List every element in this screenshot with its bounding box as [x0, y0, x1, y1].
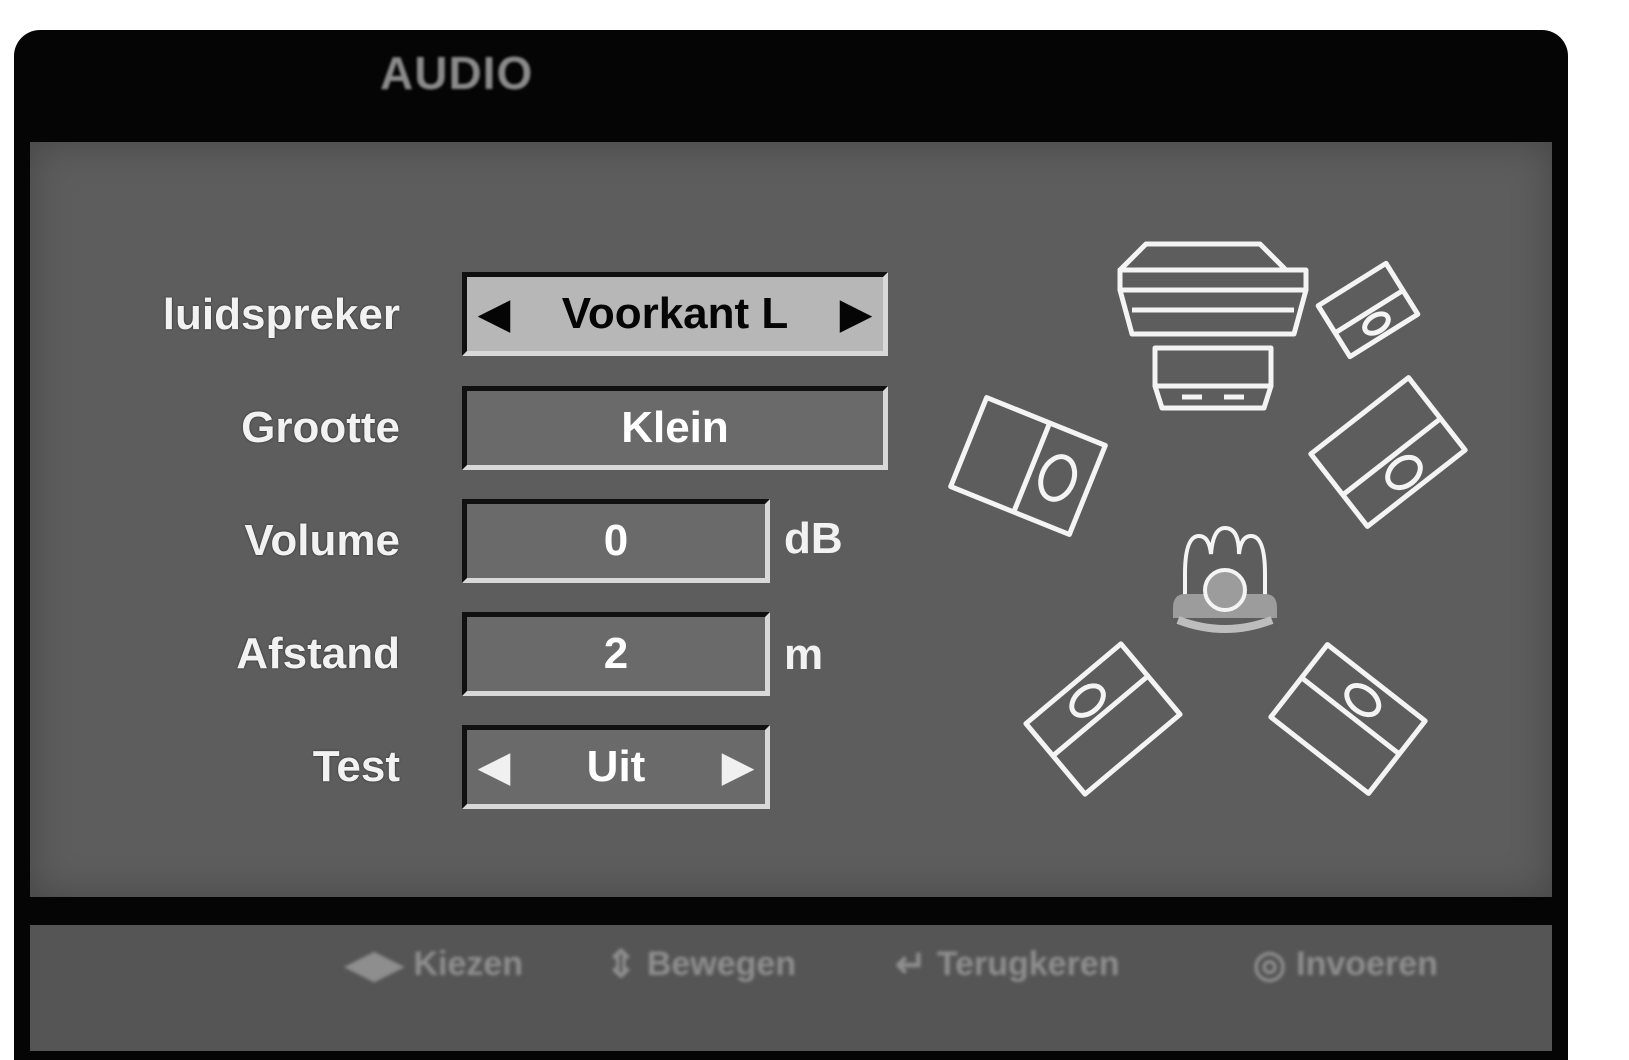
- center-speaker-icon: [1152, 345, 1274, 411]
- size-label: Grootte: [241, 403, 400, 452]
- return-icon: ↵: [895, 944, 927, 986]
- hint-back-label: Terugkeren: [936, 945, 1120, 983]
- volume-unit: dB: [784, 514, 843, 563]
- test-label: Test: [312, 742, 400, 791]
- menu-title: AUDIO: [380, 47, 534, 99]
- volume-field[interactable]: 0: [462, 499, 770, 583]
- hint-back: ↵ Terugkeren: [895, 942, 1120, 987]
- listener-icon: [1173, 525, 1277, 633]
- hint-select: ◀▶ Kiezen: [345, 942, 523, 987]
- rear-left-speaker-icon: [1023, 641, 1183, 797]
- hint-move: ⇕ Bewegen: [605, 942, 796, 987]
- speaker-value: Voorkant L: [561, 289, 789, 338]
- speaker-selector[interactable]: ◀ Voorkant L ▶: [462, 272, 888, 356]
- test-selector[interactable]: ◀ Uit ▶: [462, 725, 770, 809]
- front-right-speaker-icon: [1315, 260, 1421, 360]
- distance-unit: m: [784, 630, 824, 679]
- hint-select-label: Kiezen: [413, 945, 524, 983]
- left-right-arrows-icon: ◀▶: [345, 944, 404, 986]
- speaker-label: luidspreker: [162, 290, 400, 339]
- size-value: Klein: [621, 403, 729, 452]
- distance-value: 2: [603, 629, 629, 678]
- volume-value: 0: [603, 516, 629, 565]
- front-left-speaker-icon: [948, 395, 1108, 537]
- distance-field[interactable]: 2: [462, 612, 770, 696]
- size-field[interactable]: Klein: [462, 386, 888, 470]
- rear-right-speaker-icon: [1268, 642, 1428, 796]
- arrow-left-icon[interactable]: ◀: [479, 747, 510, 787]
- enter-button-icon: ◎: [1253, 944, 1287, 986]
- up-down-arrows-icon: ⇕: [605, 944, 637, 986]
- tv-icon: [1117, 241, 1309, 337]
- test-value: Uit: [586, 742, 646, 791]
- hint-store: ◎ Invoeren: [1253, 942, 1438, 987]
- hint-store-label: Invoeren: [1296, 945, 1438, 983]
- volume-label: Volume: [244, 516, 400, 565]
- arrow-left-icon[interactable]: ◀: [479, 294, 510, 334]
- arrow-right-icon[interactable]: ▶: [840, 294, 871, 334]
- hint-move-label: Bewegen: [646, 945, 797, 983]
- speaker-layout-diagram: [948, 241, 1468, 797]
- arrow-right-icon[interactable]: ▶: [722, 747, 753, 787]
- distance-label: Afstand: [236, 629, 400, 678]
- right-speaker-icon: [1308, 375, 1468, 529]
